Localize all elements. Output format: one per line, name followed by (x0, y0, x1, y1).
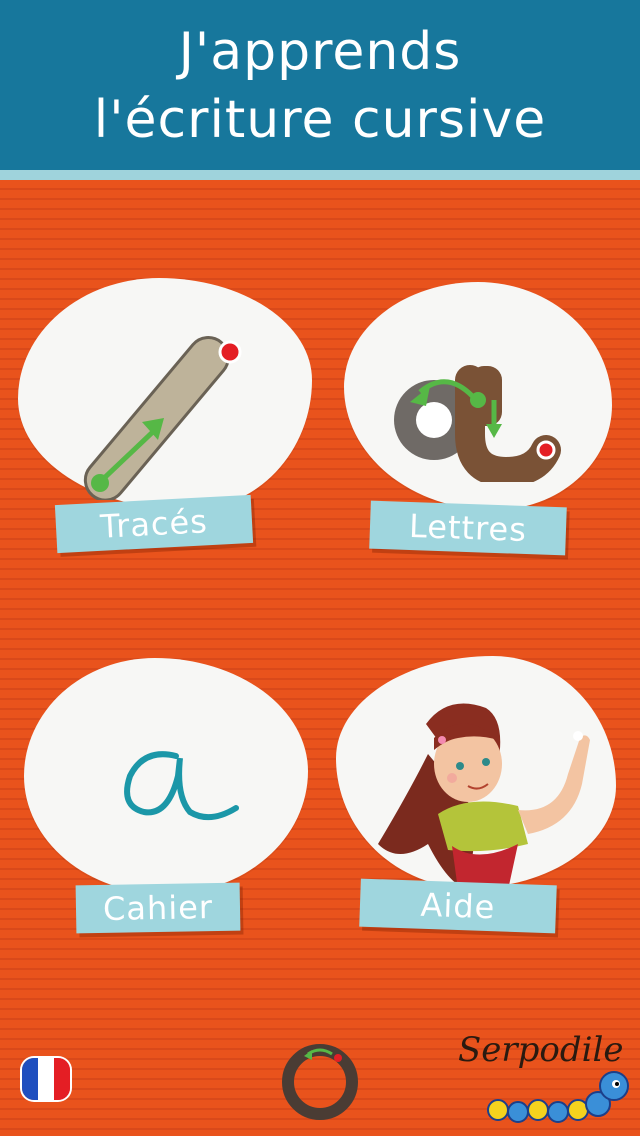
menu-label-traces: Tracés (54, 494, 254, 554)
cursive-a-icon (124, 751, 239, 821)
french-flag-icon[interactable] (22, 1058, 70, 1100)
app-title-line-2: l'écriture cursive (93, 90, 547, 150)
app-title-line-1: J'apprends (178, 22, 462, 82)
menu-label-aide: Aide (359, 878, 557, 934)
app-header: J'apprends l'écriture cursive (0, 0, 640, 180)
girl-writing-illustration (378, 703, 590, 890)
circle-home-icon[interactable] (278, 1040, 362, 1124)
trace-path-icon (83, 336, 242, 500)
menu-tile-traces[interactable]: Tracés (18, 278, 314, 568)
letter-a-trace-icon (394, 365, 561, 482)
menu-tile-cahier[interactable]: Cahier (24, 658, 312, 948)
serpodile-logo[interactable]: Serpodile (452, 1030, 632, 1130)
menu-tile-lettres[interactable]: Lettres (344, 282, 616, 572)
menu-label-cahier: Cahier (75, 882, 241, 934)
menu-label-lettres: Lettres (369, 500, 567, 556)
menu-tile-aide[interactable]: Aide (336, 656, 620, 956)
brand-name: Serpodile (458, 1030, 624, 1070)
caterpillar-icon (487, 1071, 629, 1123)
